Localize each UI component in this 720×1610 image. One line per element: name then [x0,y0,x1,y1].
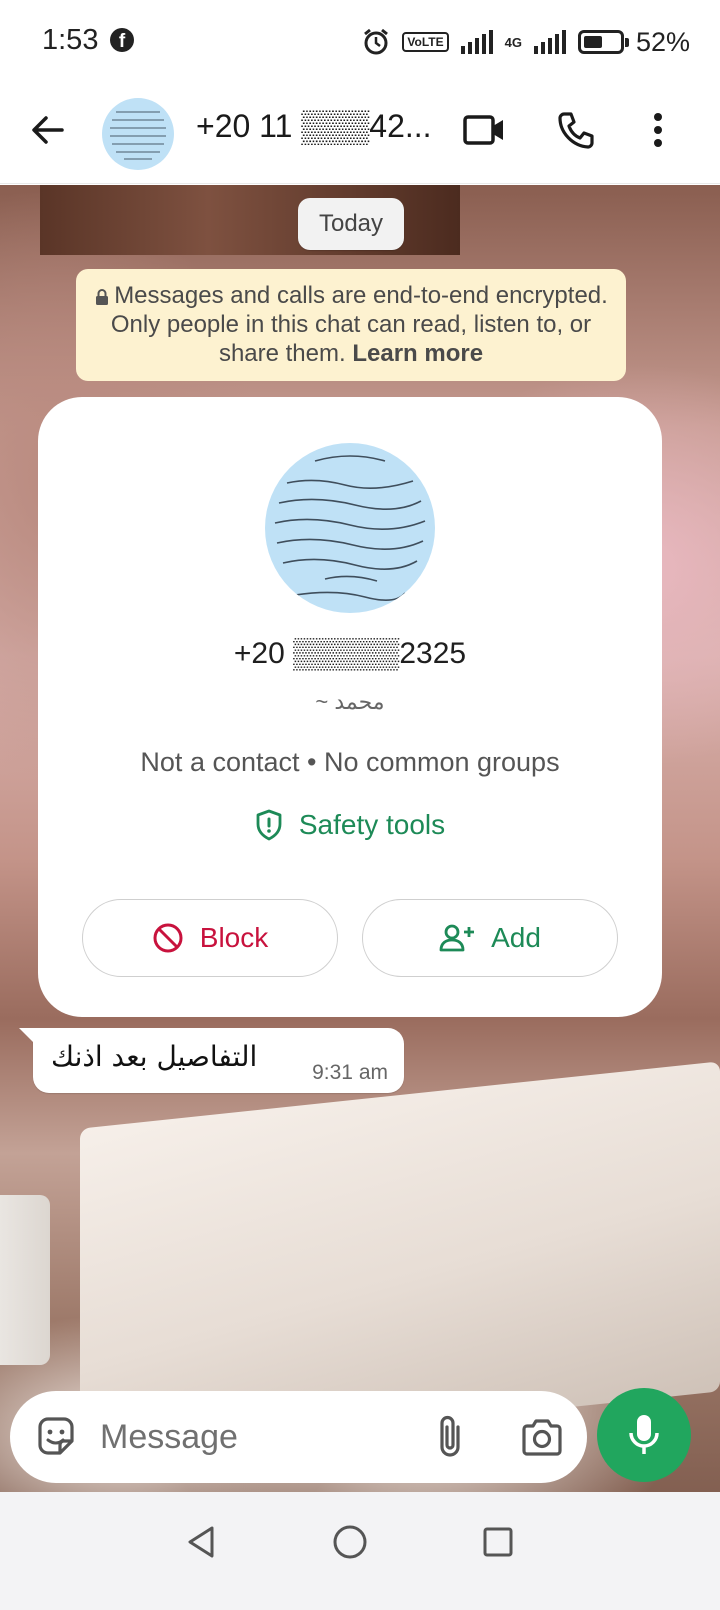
date-chip: Today [298,198,404,250]
battery-percent: 52% [635,26,690,57]
facebook-notification-icon: f [110,28,134,52]
status-indicators: VoLTE 4G 52% [362,22,690,62]
wallpaper-cup [0,1195,50,1365]
shield-icon [256,809,282,841]
contact-info-card: +20 ▒▒▒▒▒2325 ~ محمد Not a contact • No … [38,397,662,1017]
contact-avatar[interactable] [265,443,435,613]
nav-back-button[interactable] [171,1512,231,1572]
network-type: 4G [504,34,522,50]
video-call-button[interactable] [460,106,508,154]
status-bar: 1:53 f VoLTE 4G 52% [0,0,720,84]
message-text: التفاصيل بعد اذنك [51,1040,258,1073]
signal-icon [460,30,493,54]
circle-home-icon [333,1525,367,1559]
more-options-button[interactable] [634,106,682,154]
system-navigation-bar [0,1492,720,1610]
message-time: 9:31 am [312,1061,388,1084]
learn-more-link[interactable]: Learn more [352,340,483,367]
microphone-icon [629,1415,659,1454]
status-time: 1:53 [42,24,99,56]
sticker-button[interactable] [34,1415,78,1459]
attach-button[interactable] [428,1413,472,1461]
safety-tools-label: Safety tools [298,809,446,840]
camera-icon [522,1419,562,1456]
alarm-icon [364,28,389,55]
arrow-left-icon [32,116,64,144]
avatar[interactable] [102,98,174,170]
phone-icon [558,112,594,149]
message-input[interactable] [100,1411,420,1463]
block-button[interactable]: Block [82,899,338,977]
volte-badge: VoLTE [402,32,449,52]
signal-icon-2 [533,30,566,54]
battery-icon [577,30,629,54]
more-vertical-icon [654,113,662,147]
chat-area[interactable]: Today Messages and calls are end-to-end … [0,185,720,1530]
message-bubble-incoming[interactable]: التفاصيل بعد اذنك 9:31 am [19,1028,404,1093]
contact-pushname: ~ محمد [315,689,385,714]
message-composer [10,1391,587,1483]
sticker-icon [38,1417,74,1455]
video-camera-icon [463,115,503,145]
triangle-back-icon [188,1526,214,1558]
block-icon [153,923,183,953]
nav-home-button[interactable] [320,1512,380,1572]
contact-meta: Not a contact • No common groups [140,747,560,777]
voice-message-button[interactable] [597,1388,691,1482]
encryption-notice[interactable]: Messages and calls are end-to-end encryp… [76,269,626,381]
safety-tools-link[interactable]: Safety tools [38,809,662,841]
contact-phone: +20 ▒▒▒▒▒2325 [233,637,467,670]
calligraphy-image [274,455,426,601]
add-person-icon [439,924,475,952]
chat-title[interactable]: +20 11 ▒▒▒42... [196,108,446,145]
paperclip-icon [440,1415,460,1457]
block-label: Block [199,922,269,953]
square-recents-icon [483,1527,513,1557]
nav-recents-button[interactable] [468,1512,528,1572]
add-label: Add [491,922,541,953]
lock-icon [96,288,109,305]
chat-header: +20 11 ▒▒▒42... [0,84,720,184]
voice-call-button[interactable] [552,106,600,154]
add-contact-button[interactable]: Add [362,899,618,977]
camera-button[interactable] [518,1413,566,1461]
back-button[interactable] [28,110,68,150]
calligraphy-image [110,111,166,160]
